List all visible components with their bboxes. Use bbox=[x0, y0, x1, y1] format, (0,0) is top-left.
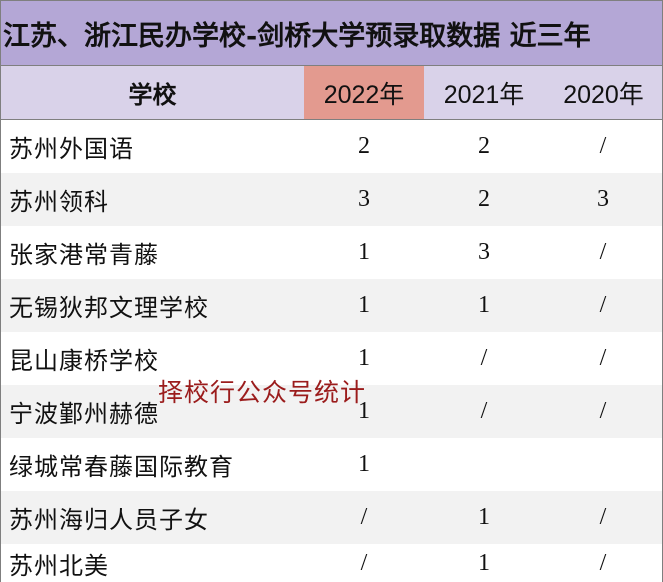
value-2020: / bbox=[599, 345, 607, 371]
table-row: 苏州北美 / 1 / bbox=[1, 544, 662, 582]
value-2021: 2 bbox=[478, 186, 490, 212]
value-2022: 3 bbox=[358, 186, 370, 212]
value-2022: 1 bbox=[358, 451, 370, 477]
school-name: 昆山康桥学校 bbox=[9, 347, 159, 375]
value-2022: / bbox=[360, 504, 368, 530]
value-2022: 1 bbox=[358, 239, 370, 265]
header-school: 学校 bbox=[128, 80, 177, 109]
value-2020: / bbox=[599, 292, 607, 318]
school-name: 苏州外国语 bbox=[9, 135, 134, 163]
table-row: 张家港常青藤 1 3 / bbox=[1, 226, 662, 279]
value-2021: 1 bbox=[478, 292, 490, 318]
value-2021: 2 bbox=[478, 133, 490, 159]
school-name: 苏州海归人员子女 bbox=[9, 506, 209, 534]
school-name: 无锡狄邦文理学校 bbox=[9, 294, 209, 322]
value-2022: / bbox=[360, 549, 368, 576]
value-2021: / bbox=[480, 345, 488, 371]
table-row: 宁波鄞州赫德 1 / / bbox=[1, 385, 662, 438]
value-2021 bbox=[424, 438, 544, 491]
table-row: 苏州海归人员子女 / 1 / bbox=[1, 491, 662, 544]
value-2021: / bbox=[480, 398, 488, 424]
school-name: 宁波鄞州赫德 bbox=[9, 400, 159, 428]
value-2022: 1 bbox=[358, 398, 370, 424]
school-name: 苏州北美 bbox=[9, 551, 109, 580]
table-row: 苏州外国语 2 2 / bbox=[1, 120, 662, 173]
value-2020: / bbox=[599, 549, 607, 576]
school-name: 苏州领科 bbox=[9, 188, 109, 216]
value-2020: / bbox=[599, 133, 607, 159]
header-year-2022: 2022年 bbox=[304, 66, 424, 119]
table-body: 苏州外国语 2 2 / 苏州领科 3 2 3 张家港常青藤 1 3 / 无锡狄邦… bbox=[0, 120, 663, 582]
school-name: 绿城常春藤国际教育 bbox=[9, 453, 234, 481]
value-2021: 1 bbox=[478, 549, 490, 576]
table-row: 昆山康桥学校 1 / / bbox=[1, 332, 662, 385]
value-2020: / bbox=[599, 504, 607, 530]
value-2021: 1 bbox=[478, 504, 490, 530]
table-row: 苏州领科 3 2 3 bbox=[1, 173, 662, 226]
table-title: 江苏、浙江民办学校-剑桥大学预录取数据 近三年 bbox=[0, 0, 663, 66]
header-year-2020: 2020年 bbox=[563, 80, 644, 109]
table-row: 无锡狄邦文理学校 1 1 / bbox=[1, 279, 662, 332]
value-2022: 1 bbox=[358, 292, 370, 318]
value-2020: / bbox=[599, 239, 607, 265]
header-year-2021: 2021年 bbox=[443, 80, 525, 109]
table-header-row: 学校 2022年 2021年 2020年 bbox=[0, 66, 663, 120]
value-2022: 2 bbox=[358, 133, 370, 159]
value-2020 bbox=[543, 438, 663, 491]
value-2022: 1 bbox=[358, 345, 370, 371]
value-2020: / bbox=[599, 398, 607, 424]
school-name: 张家港常青藤 bbox=[9, 241, 159, 269]
value-2021: 3 bbox=[478, 239, 490, 265]
value-2020: 3 bbox=[597, 186, 609, 212]
table-row: 绿城常春藤国际教育 1 bbox=[1, 438, 662, 491]
